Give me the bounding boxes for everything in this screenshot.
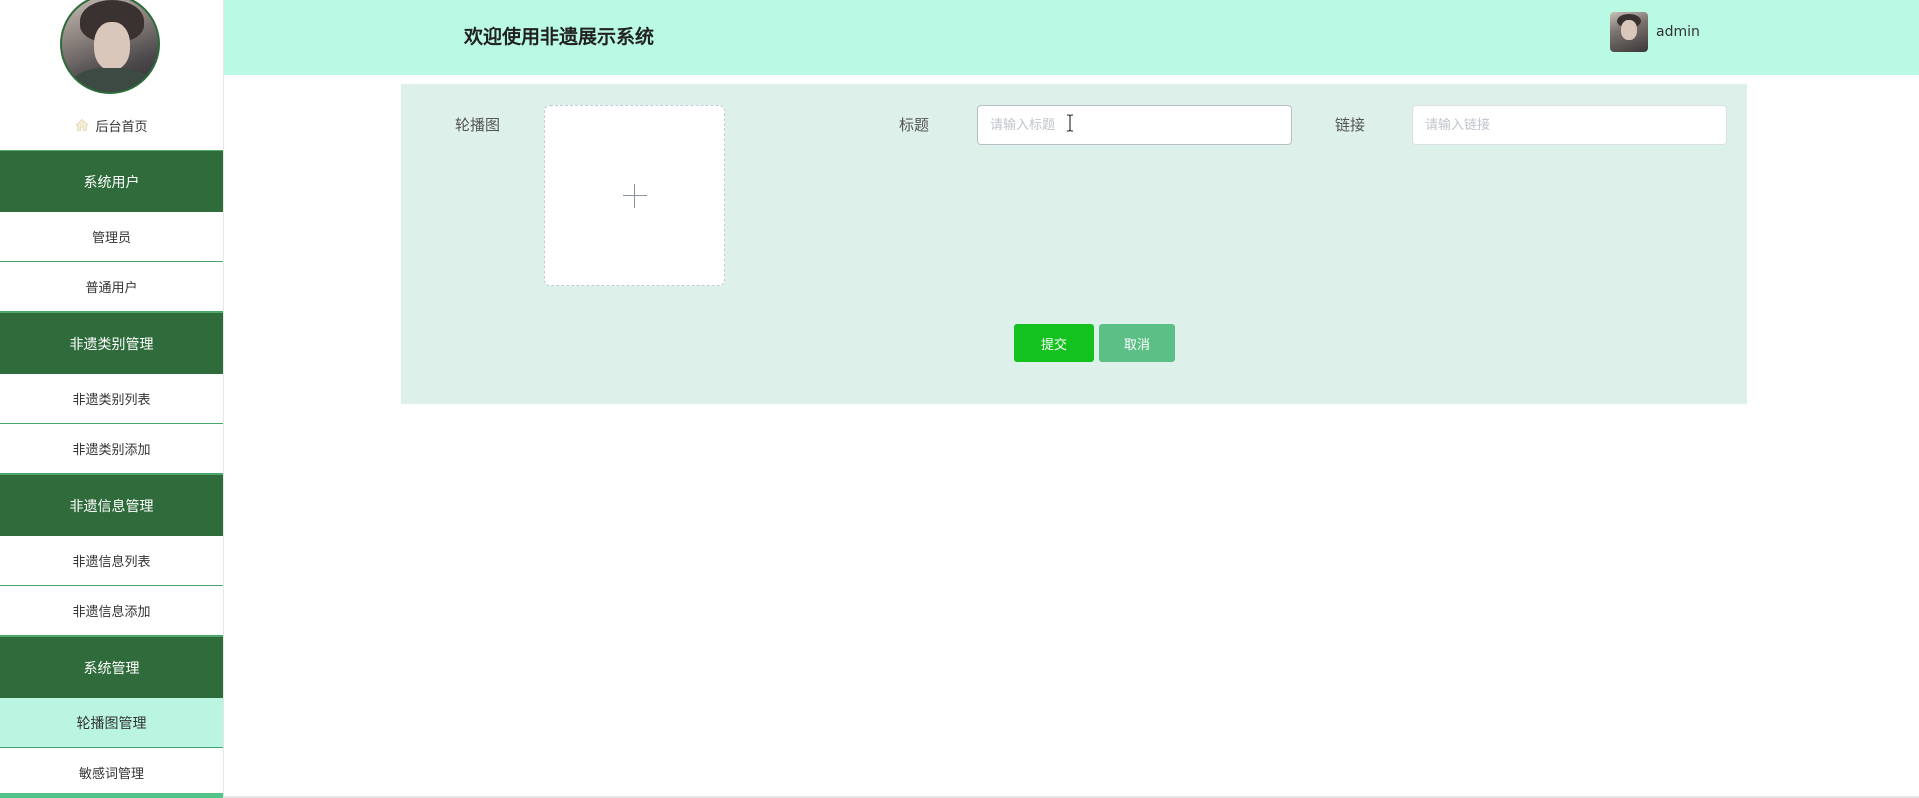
sidebar-bottom-bar (0, 793, 223, 798)
home-icon (75, 118, 90, 132)
nav-group-heritage-category[interactable]: 非遗类别管理 (0, 312, 223, 374)
submit-button[interactable]: 提交 (1014, 324, 1094, 362)
top-header: 欢迎使用非遗展示系统 admin (224, 0, 1919, 75)
nav-group-heritage-info[interactable]: 非遗信息管理 (0, 474, 223, 536)
link-input[interactable] (1412, 105, 1727, 145)
link-label: 链接 (1335, 116, 1366, 134)
cancel-button[interactable]: 取消 (1099, 324, 1175, 362)
title-input[interactable] (977, 105, 1292, 145)
avatar[interactable] (1610, 12, 1648, 52)
user-menu[interactable]: admin (1610, 12, 1700, 52)
plus-icon (622, 183, 647, 208)
sidebar-item-category-add[interactable]: 非遗类别添加 (0, 424, 223, 474)
sidebar: 后台首页 系统用户 管理员 普通用户 非遗类别管理 非遗类别列表 非遗类别添加 … (0, 0, 224, 798)
sidebar-item-carousel[interactable]: 轮播图管理 (0, 698, 223, 748)
avatar (60, 0, 160, 94)
carousel-form-panel: 轮播图 标题 链接 提交 取消 (401, 84, 1747, 404)
nav-group-system-users[interactable]: 系统用户 (0, 150, 223, 212)
sidebar-avatar-area (0, 0, 223, 100)
sidebar-item-category-list[interactable]: 非遗类别列表 (0, 374, 223, 424)
page-title: 欢迎使用非遗展示系统 (464, 26, 655, 48)
sidebar-item-info-list[interactable]: 非遗信息列表 (0, 536, 223, 586)
sidebar-item-info-add[interactable]: 非遗信息添加 (0, 586, 223, 636)
title-label: 标题 (899, 116, 930, 134)
username[interactable]: admin (1656, 24, 1700, 40)
sidebar-item-users[interactable]: 普通用户 (0, 262, 223, 312)
nav-group-system-management[interactable]: 系统管理 (0, 636, 223, 698)
sidebar-item-sensitive-words[interactable]: 敏感词管理 (0, 748, 223, 798)
home-label: 后台首页 (95, 119, 148, 135)
carousel-image-label: 轮播图 (455, 116, 501, 134)
home-link[interactable]: 后台首页 (0, 100, 223, 150)
sidebar-item-admins[interactable]: 管理员 (0, 212, 223, 262)
image-upload-box[interactable] (544, 105, 725, 286)
text-cursor-icon (1066, 114, 1074, 132)
app-root: 后台首页 系统用户 管理员 普通用户 非遗类别管理 非遗类别列表 非遗类别添加 … (0, 0, 1919, 798)
